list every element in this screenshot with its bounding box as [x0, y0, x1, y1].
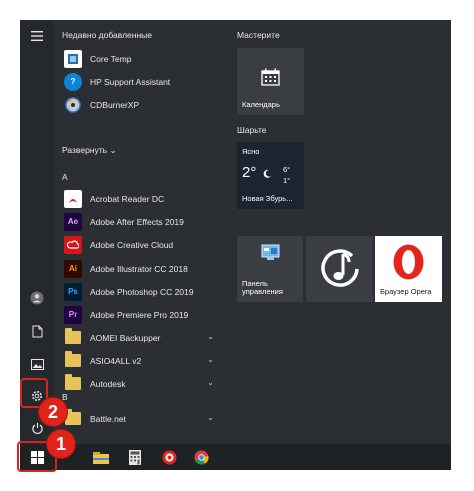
- calendar-icon: [261, 68, 280, 86]
- weather-high: 6°: [283, 165, 291, 174]
- app-illustrator[interactable]: Ai Adobe Illustrator CC 2018: [54, 257, 224, 280]
- app-label: Adobe After Effects 2019: [90, 216, 184, 227]
- taskbar-chrome[interactable]: [186, 444, 216, 470]
- creative-cloud-icon: [64, 235, 82, 254]
- tile-music[interactable]: [306, 236, 373, 302]
- weather-low: 1°: [283, 176, 291, 185]
- tile-label: Панель управления: [242, 278, 283, 297]
- app-premiere-pro[interactable]: Pr Adobe Premiere Pro 2019: [54, 303, 224, 326]
- document-icon: [32, 325, 42, 337]
- user-account-button[interactable]: [20, 282, 54, 314]
- folder-icon: [64, 351, 82, 370]
- user-avatar-icon: [30, 291, 44, 305]
- premiere-icon: Pr: [64, 305, 82, 324]
- app-creative-cloud[interactable]: Adobe Creative Cloud: [54, 233, 224, 256]
- folder-icon: [64, 374, 82, 393]
- moon-icon: [263, 169, 271, 178]
- hp-support-icon: ?: [64, 72, 82, 91]
- app-photoshop[interactable]: Ps Adobe Photoshop CC 2019: [54, 280, 224, 303]
- app-list: Недавно добавленные Core Temp ? HP Suppo…: [54, 20, 224, 444]
- tile-group-title: Мастерите: [237, 30, 280, 40]
- expand-button[interactable]: Развернуть ⌄: [62, 145, 117, 156]
- control-panel-icon: [261, 244, 280, 260]
- taskbar-calculator[interactable]: [120, 444, 150, 470]
- core-temp-icon: [64, 49, 82, 68]
- power-icon: [31, 422, 43, 434]
- cdburnerxp-icon: [64, 96, 82, 114]
- app-cdburnerxp[interactable]: CDBurnerXP: [54, 93, 224, 116]
- weather-temp: 2°: [242, 164, 257, 181]
- letter-header-a[interactable]: A: [62, 172, 68, 182]
- chevron-down-icon: ⌄: [207, 413, 214, 422]
- calculator-icon: [129, 449, 141, 465]
- app-label: HP Support Assistant: [90, 76, 171, 87]
- tile-group-title: Шарьте: [237, 125, 267, 135]
- weather-condition: Ясно: [242, 147, 260, 156]
- photoshop-icon: Ps: [64, 282, 82, 301]
- step-badge-1: 1: [46, 429, 76, 459]
- app-acrobat-reader[interactable]: Acrobat Reader DC: [54, 187, 224, 210]
- file-explorer-icon: [93, 451, 109, 464]
- opera-logo-icon: [393, 244, 424, 280]
- tile-label: Браузер Opera: [380, 287, 432, 297]
- after-effects-icon: Ae: [64, 212, 82, 231]
- expand-label: Развернуть: [62, 145, 108, 155]
- recently-added-title: Недавно добавленные: [62, 30, 152, 40]
- app-label: CDBurnerXP: [90, 99, 140, 110]
- picture-icon: [30, 358, 44, 370]
- illustrator-icon: Ai: [64, 259, 82, 278]
- hamburger-icon: [31, 31, 43, 41]
- folder-autodesk[interactable]: Autodesk ⌄: [54, 372, 224, 395]
- folder-label: Battle.net: [90, 413, 126, 424]
- hamburger-menu-button[interactable]: [20, 20, 54, 52]
- app-label: Adobe Photoshop CC 2019: [90, 286, 194, 297]
- taskbar-file-explorer[interactable]: [86, 444, 116, 470]
- folder-asio4all[interactable]: ASIO4ALL v2 ⌄: [54, 349, 224, 372]
- music-note-icon: [321, 249, 359, 287]
- taskbar: [20, 444, 451, 470]
- folder-icon: [64, 328, 82, 347]
- folder-label: AOMEI Backupper: [90, 332, 161, 343]
- folder-label: Autodesk: [90, 378, 126, 389]
- app-after-effects[interactable]: Ae Adobe After Effects 2019: [54, 210, 224, 233]
- tile-opera[interactable]: Браузер Opera: [375, 236, 442, 302]
- app-label: Adobe Illustrator CC 2018: [90, 263, 188, 274]
- tile-control-panel[interactable]: Панель управления: [237, 236, 303, 302]
- tile-calendar[interactable]: Календарь: [237, 48, 304, 115]
- tile-weather[interactable]: Ясно 2° 6° 1° Новая Збурь...: [237, 142, 304, 209]
- tiles-area: Мастерите Календарь Шарьте Ясно 2° 6° 1°…: [232, 20, 451, 444]
- step-badge-2: 2: [38, 397, 68, 427]
- taskbar-app[interactable]: [154, 444, 184, 470]
- chrome-icon: [194, 450, 209, 465]
- app-icon: [162, 450, 176, 464]
- app-label: Adobe Creative Cloud: [90, 239, 174, 250]
- folder-aomei-backupper[interactable]: AOMEI Backupper ⌄: [54, 326, 224, 349]
- app-hp-support-assistant[interactable]: ? HP Support Assistant: [54, 70, 224, 93]
- chevron-down-icon: ⌄: [109, 145, 117, 155]
- app-core-temp[interactable]: Core Temp: [54, 47, 224, 70]
- app-label: Adobe Premiere Pro 2019: [90, 309, 189, 320]
- chevron-down-icon: ⌄: [207, 355, 214, 364]
- app-label: Core Temp: [90, 53, 132, 64]
- pictures-button[interactable]: [20, 348, 54, 380]
- acrobat-icon: [64, 189, 82, 208]
- folder-label: ASIO4ALL v2: [90, 355, 142, 366]
- weather-city: Новая Збурь...: [242, 194, 293, 204]
- documents-button[interactable]: [20, 315, 54, 347]
- tile-label: Календарь: [242, 100, 280, 110]
- chevron-down-icon: ⌄: [207, 332, 214, 341]
- chevron-down-icon: ⌄: [207, 378, 214, 387]
- folder-battle-net[interactable]: Battle.net ⌄: [54, 407, 224, 430]
- app-label: Acrobat Reader DC: [90, 193, 165, 204]
- start-menu: Недавно добавленные Core Temp ? HP Suppo…: [20, 20, 451, 470]
